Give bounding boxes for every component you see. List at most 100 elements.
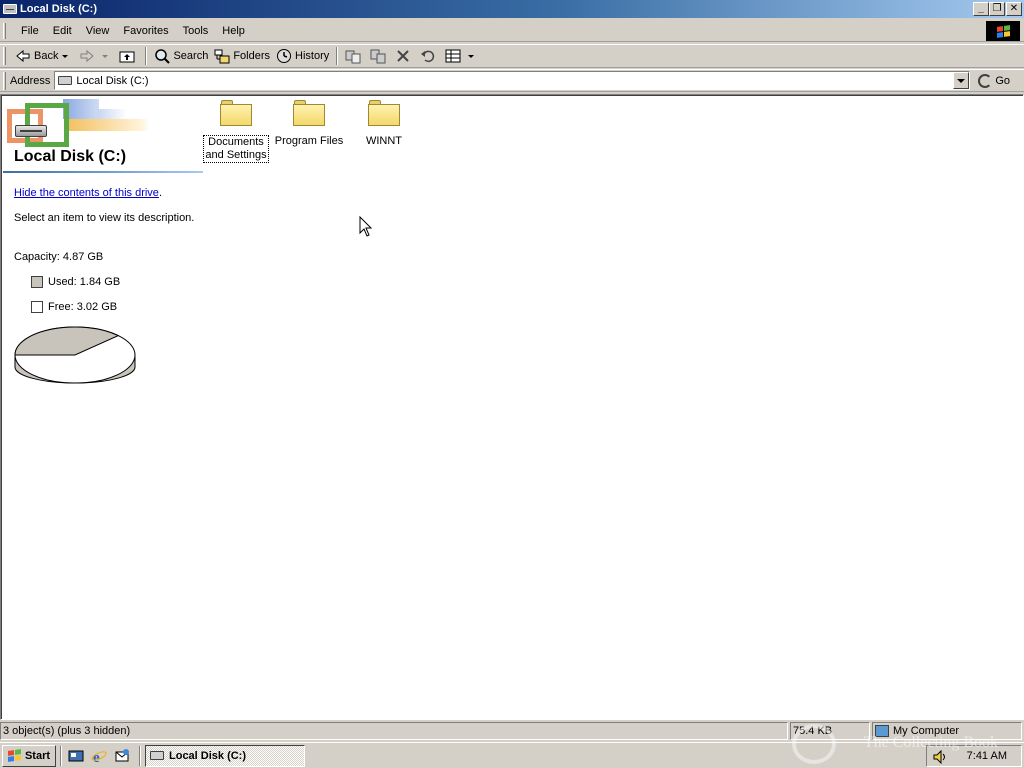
- taskbar-separator: [139, 745, 141, 766]
- menu-bar-grip[interactable]: [3, 22, 6, 39]
- menu-favorites[interactable]: Favorites: [116, 25, 175, 37]
- status-object-count: 3 object(s) (plus 3 hidden): [0, 722, 788, 740]
- move-to-button[interactable]: [342, 45, 367, 67]
- address-input[interactable]: Local Disk (C:): [54, 71, 971, 90]
- drive-title: Local Disk (C:): [14, 148, 127, 165]
- show-desktop-icon: [68, 750, 84, 761]
- used-legend-swatch: [31, 276, 43, 288]
- description-text: Select an item to view its description.: [14, 212, 195, 224]
- views-dropdown-icon[interactable]: [468, 54, 475, 58]
- folder-label: Documents and Settings: [203, 135, 269, 163]
- forward-dropdown-icon[interactable]: [102, 54, 109, 58]
- folders-label: Folders: [233, 50, 271, 62]
- folder-icon: [368, 99, 400, 127]
- back-label: Back: [34, 50, 59, 62]
- go-label: Go: [995, 74, 1011, 87]
- webview-panel: Local Disk (C:) Hide the contents of thi…: [1, 95, 206, 719]
- menu-bar: File Edit View Favorites Tools Help: [0, 20, 1024, 42]
- history-icon: [277, 49, 292, 63]
- views-icon: [445, 49, 461, 63]
- folder-content[interactable]: Local Disk (C:) Hide the contents of thi…: [0, 94, 1024, 720]
- copy-to-icon: [370, 49, 386, 64]
- menu-tools[interactable]: Tools: [176, 25, 216, 37]
- hide-contents-link[interactable]: Hide the contents of this drive: [14, 187, 159, 199]
- outlook-express-icon: [115, 748, 129, 761]
- menu-view[interactable]: View: [79, 25, 117, 37]
- address-dropdown-button[interactable]: [953, 72, 970, 89]
- search-icon: [155, 49, 171, 64]
- window-title: Local Disk (C:): [20, 3, 98, 15]
- folders-icon: [214, 49, 230, 64]
- disk-usage-pie: [14, 326, 136, 384]
- capacity-text: Capacity: 4.87 GB: [14, 251, 104, 263]
- drive-icon[interactable]: [3, 4, 17, 14]
- menu-help[interactable]: Help: [215, 25, 252, 37]
- address-label: Address: [10, 74, 51, 87]
- go-button[interactable]: Go: [978, 73, 1011, 88]
- hide-contents-period: .: [159, 187, 163, 199]
- folder-icon: [220, 99, 252, 127]
- start-button[interactable]: Start: [2, 744, 56, 767]
- history-button[interactable]: History: [273, 45, 332, 67]
- undo-button[interactable]: [417, 45, 442, 67]
- undo-icon: [421, 50, 435, 63]
- views-button[interactable]: [442, 45, 482, 67]
- address-value[interactable]: Local Disk (C:): [76, 75, 148, 87]
- address-bar-grip[interactable]: [3, 71, 6, 90]
- free-legend-swatch: [31, 301, 43, 313]
- windows-logo-icon: [986, 21, 1020, 41]
- history-label: History: [295, 50, 330, 62]
- title-bar[interactable]: Local Disk (C:) _ ❐ ✕: [0, 0, 1024, 18]
- toolbar-separator: [336, 47, 339, 65]
- drive-icon: [58, 76, 73, 85]
- folder-winnt[interactable]: WINNT: [348, 99, 420, 148]
- title-divider: [3, 171, 203, 173]
- quicklaunch-outlook-express[interactable]: [112, 746, 132, 766]
- quicklaunch-internet-explorer[interactable]: e: [89, 746, 109, 766]
- back-arrow-icon: [16, 49, 30, 63]
- back-dropdown-icon[interactable]: [62, 54, 69, 58]
- quicklaunch-show-desktop[interactable]: [66, 746, 86, 766]
- toolbar-separator: [145, 47, 148, 65]
- search-label: Search: [173, 50, 209, 62]
- back-button[interactable]: Back: [12, 45, 76, 67]
- toolbar-grip[interactable]: [3, 47, 6, 65]
- go-arrow-icon: [978, 73, 993, 88]
- volume-speaker-icon[interactable]: [933, 750, 949, 764]
- up-button[interactable]: [116, 45, 141, 67]
- folder-documents-and-settings[interactable]: Documents and Settings: [200, 99, 272, 163]
- mouse-pointer-icon: [359, 216, 373, 237]
- folder-program-files[interactable]: Program Files: [273, 99, 345, 148]
- internet-explorer-icon: e: [91, 750, 107, 764]
- hard-drive-icon: [15, 125, 47, 137]
- standard-toolbar: Back Search Folders History: [0, 44, 1024, 68]
- up-folder-icon: [119, 51, 135, 63]
- svg-text:e: e: [93, 750, 100, 764]
- forward-button[interactable]: [76, 45, 116, 67]
- delete-icon: [397, 50, 409, 62]
- minimize-button[interactable]: _: [973, 2, 989, 16]
- watermark-text: The Collecting Book: [863, 734, 998, 751]
- address-bar: Address Local Disk (C:) Go: [0, 69, 1024, 92]
- search-button[interactable]: Search: [151, 45, 211, 67]
- taskbar-button-local-disk[interactable]: Local Disk (C:): [145, 744, 305, 767]
- menu-file[interactable]: File: [14, 25, 46, 37]
- copy-to-button[interactable]: [367, 45, 392, 67]
- used-space-text: Used: 1.84 GB: [48, 276, 121, 288]
- folder-label: WINNT: [365, 135, 403, 147]
- windows-flag-icon: [7, 749, 21, 762]
- watermark-logo: [792, 724, 836, 764]
- taskbar-separator: [60, 745, 62, 766]
- folder-label: Program Files: [274, 135, 344, 147]
- drive-icon: [150, 751, 164, 760]
- menu-edit[interactable]: Edit: [46, 25, 79, 37]
- forward-arrow-icon: [80, 49, 95, 63]
- delete-button[interactable]: [392, 45, 417, 67]
- folders-button[interactable]: Folders: [211, 45, 273, 67]
- restore-button[interactable]: ❐: [989, 2, 1005, 16]
- start-label: Start: [24, 749, 51, 762]
- free-space-text: Free: 3.02 GB: [48, 301, 118, 313]
- folder-icon: [293, 99, 325, 127]
- move-to-icon: [345, 50, 361, 64]
- close-button[interactable]: ✕: [1006, 2, 1022, 16]
